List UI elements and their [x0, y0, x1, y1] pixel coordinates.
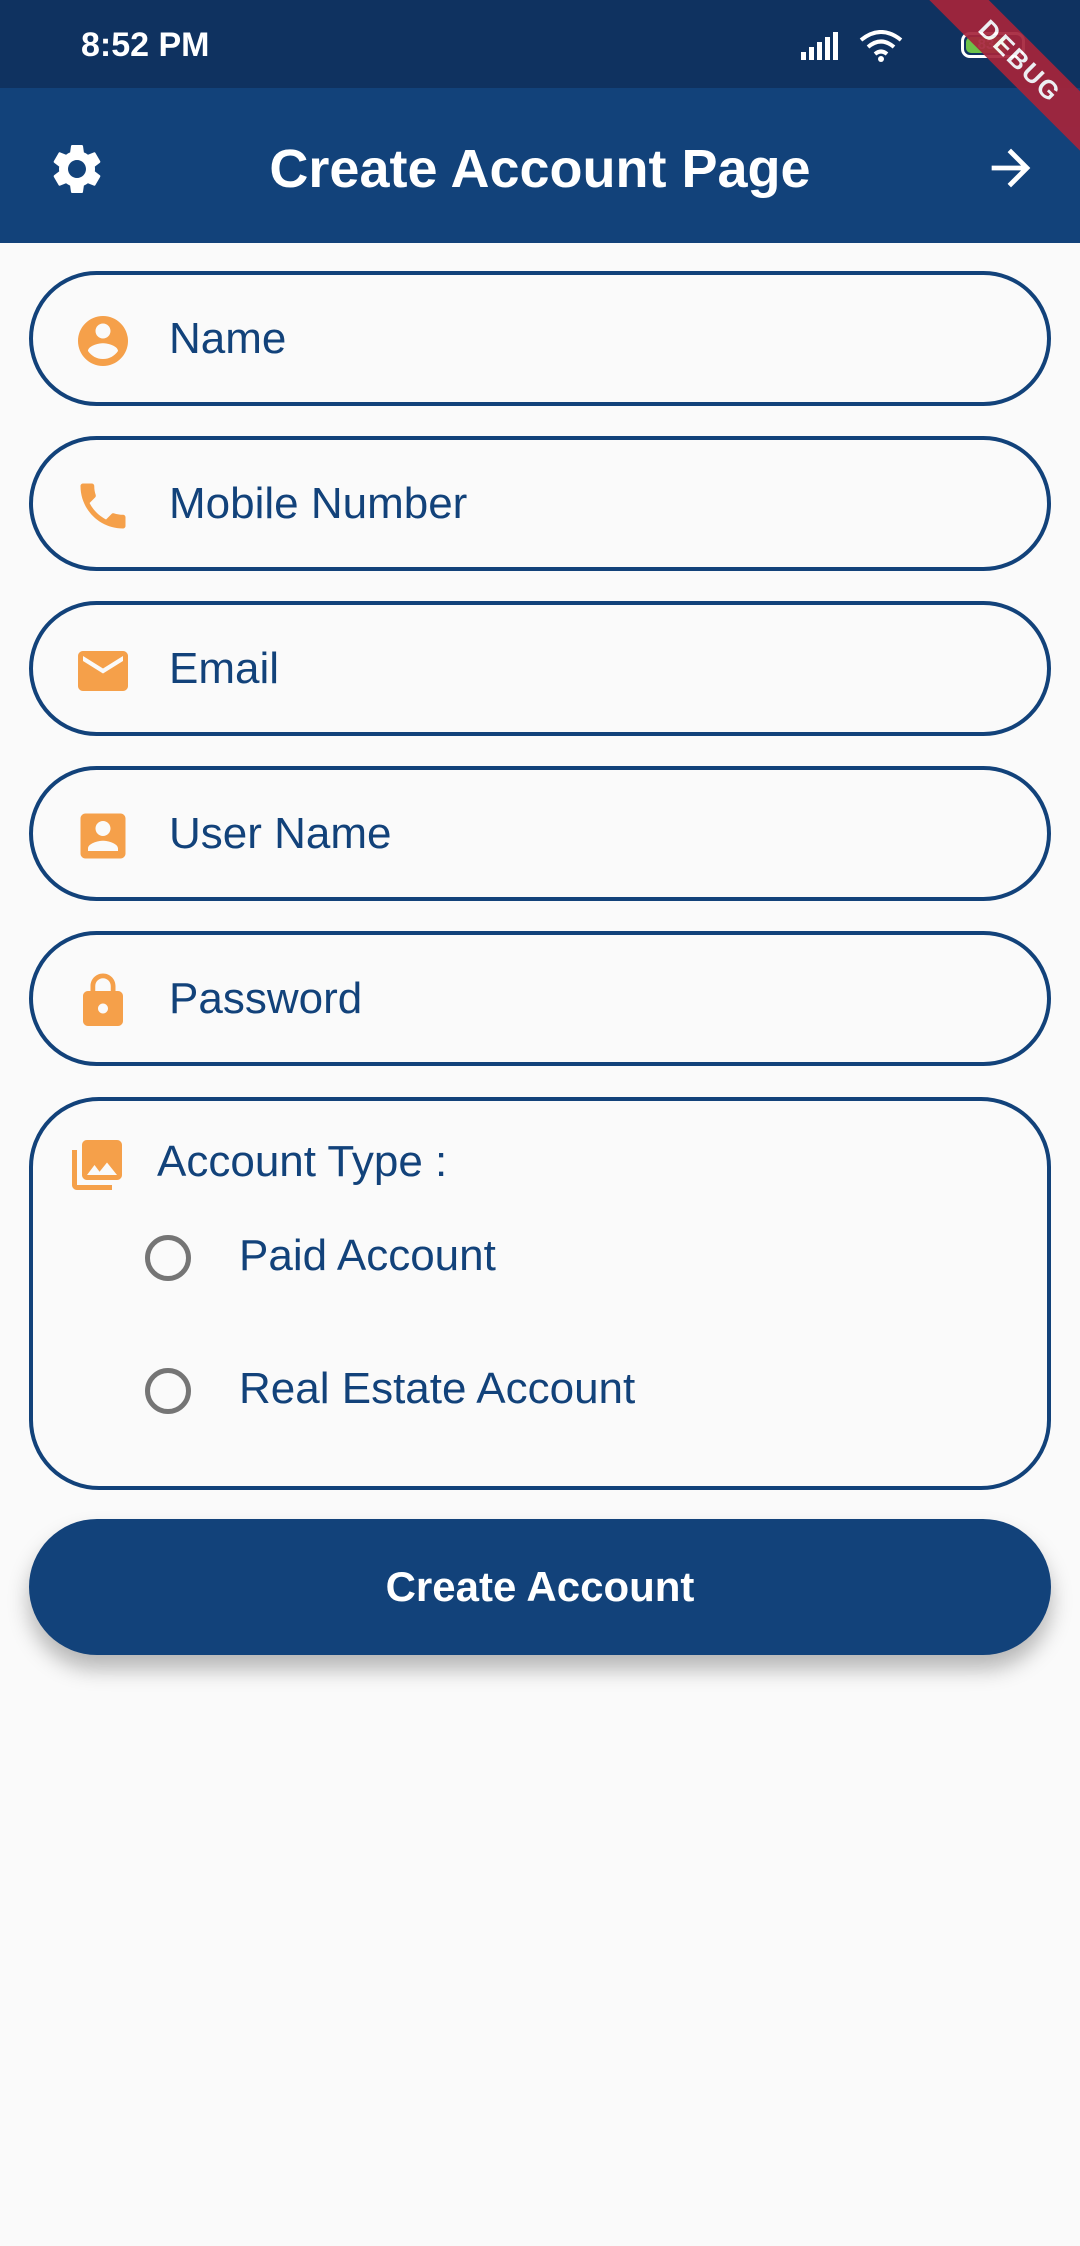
username-placeholder: User Name — [169, 809, 392, 858]
status-bar: 8:52 PM 83 — [0, 0, 1080, 88]
phone-icon — [80, 483, 126, 529]
person-circle-icon — [78, 316, 128, 366]
mobile-number-placeholder: Mobile Number — [169, 479, 468, 528]
password-placeholder: Password — [169, 974, 363, 1023]
signal-icon — [801, 32, 838, 60]
email-field[interactable]: Email — [29, 601, 1051, 736]
create-account-button[interactable]: Create Account — [29, 1519, 1051, 1655]
radio-button[interactable] — [145, 1235, 191, 1281]
lock-icon — [83, 973, 123, 1026]
radio-button[interactable] — [145, 1368, 191, 1414]
username-field[interactable]: User Name — [29, 766, 1051, 901]
contact-card-icon — [80, 813, 126, 859]
account-type-group: Account Type : Paid Account Real Estate … — [29, 1097, 1051, 1490]
wifi-icon — [859, 30, 903, 62]
envelope-icon — [78, 651, 128, 691]
mobile-number-field[interactable]: Mobile Number — [29, 436, 1051, 571]
account-type-label: Account Type : — [157, 1137, 448, 1186]
app-bar: Create Account Page — [0, 88, 1080, 243]
name-placeholder: Name — [169, 314, 287, 363]
page-title: Create Account Page — [269, 139, 811, 199]
name-field[interactable]: Name — [29, 271, 1051, 406]
radio-label: Paid Account — [239, 1231, 496, 1280]
password-field[interactable]: Password — [29, 931, 1051, 1066]
status-time: 8:52 PM — [81, 26, 210, 64]
email-placeholder: Email — [169, 644, 280, 693]
arrow-right-icon[interactable] — [982, 139, 1040, 197]
radio-label: Real Estate Account — [239, 1364, 636, 1413]
photo-library-icon — [72, 1140, 122, 1190]
